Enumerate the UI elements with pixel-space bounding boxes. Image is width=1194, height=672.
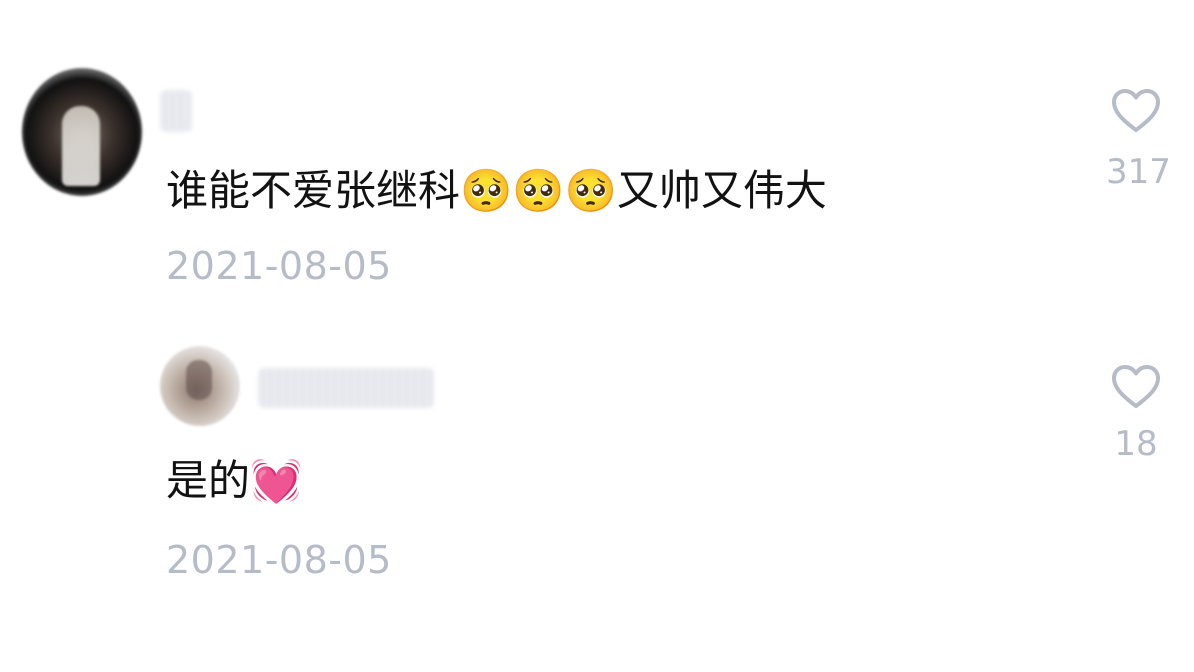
like-button[interactable]: 18 bbox=[1106, 364, 1166, 464]
comment-date: 2021-08-05 bbox=[166, 538, 392, 582]
author-name[interactable] bbox=[160, 90, 192, 132]
comment-date: 2021-08-05 bbox=[166, 244, 392, 288]
heart-outline-icon[interactable] bbox=[1111, 364, 1161, 410]
like-count: 18 bbox=[1114, 424, 1158, 464]
comments-page: 谁能不爱张继科🥺🥺🥺又帅又伟大 2021-08-05 317 是的💓 2021-… bbox=[0, 0, 1194, 672]
comment-text: 谁能不爱张继科🥺🥺🥺又帅又伟大 bbox=[166, 166, 827, 215]
comment-text: 是的💓 bbox=[166, 456, 303, 505]
heart-outline-icon[interactable] bbox=[1111, 88, 1161, 134]
author-name[interactable] bbox=[258, 368, 434, 408]
like-button[interactable]: 317 bbox=[1106, 88, 1171, 192]
avatar[interactable] bbox=[160, 346, 240, 426]
avatar[interactable] bbox=[22, 68, 142, 196]
like-count: 317 bbox=[1106, 152, 1171, 192]
